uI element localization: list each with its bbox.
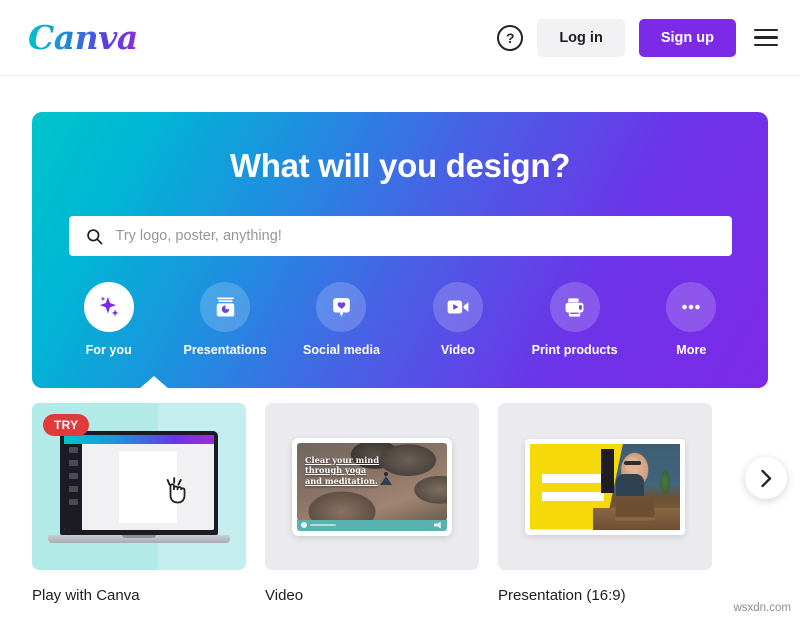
hero-section: What will you design? Try logo, poster, …: [0, 76, 800, 388]
category-more[interactable]: More: [649, 282, 734, 357]
printer-icon: [565, 297, 584, 317]
category-label: More: [676, 343, 707, 357]
category-icon-wrap: [432, 282, 483, 332]
carousel-next-button[interactable]: [745, 457, 787, 499]
laptop-mockup: [48, 430, 230, 543]
category-for-you[interactable]: For you: [66, 282, 151, 357]
video-template-text: Clear your mind through yoga and meditat…: [305, 454, 380, 486]
presentation-template-frame: [525, 438, 685, 535]
card-label: Video: [265, 587, 304, 604]
category-label: Social media: [302, 343, 380, 357]
template-carousel: TRY Play with Canva Clear your mind thro…: [0, 388, 800, 604]
laptop-screen: [60, 430, 218, 535]
video-template-frame: Clear your mind through yoga and meditat…: [292, 437, 452, 536]
card-thumbnail: [498, 403, 712, 570]
signup-button[interactable]: Sign up: [638, 18, 736, 57]
category-icon-wrap: [316, 282, 367, 332]
slide-laptop: [614, 499, 655, 518]
editor-sidebar: [64, 434, 82, 530]
header-actions: ? Log in Sign up: [497, 18, 778, 57]
canva-logo[interactable]: Canva: [28, 21, 138, 54]
card-label: Play with Canva: [32, 587, 140, 604]
search-input[interactable]: [115, 228, 716, 244]
search-icon: [86, 228, 102, 244]
category-social-media[interactable]: Social media: [299, 282, 384, 357]
card-thumbnail: Clear your mind through yoga and meditat…: [265, 403, 479, 570]
page-title: What will you design?: [229, 147, 571, 184]
card-video[interactable]: Clear your mind through yoga and meditat…: [265, 403, 479, 604]
login-button[interactable]: Log in: [537, 18, 625, 57]
slide-text-bars: [542, 473, 604, 510]
presentation-icon: [216, 297, 234, 316]
video-logo-dot: [301, 522, 307, 528]
category-label: Presentations: [183, 343, 267, 357]
site-header: Canva ? Log in Sign up: [0, 0, 800, 76]
category-presentations[interactable]: Presentations: [182, 282, 267, 357]
category-icon-wrap: [83, 282, 134, 332]
slide-person-head: [623, 457, 641, 473]
hero-banner: What will you design? Try logo, poster, …: [32, 112, 768, 388]
watermark: wsxdn.com: [733, 602, 791, 614]
category-icon-wrap: [200, 282, 251, 332]
ellipsis-icon: [682, 304, 701, 310]
slide-plant: [656, 465, 673, 498]
laptop-ui: [64, 434, 214, 530]
category-label: Video: [440, 343, 475, 357]
help-icon[interactable]: ?: [497, 24, 524, 51]
presentation-slide: [530, 443, 680, 530]
speaker-icon: [434, 521, 441, 529]
video-template-image: Clear your mind through yoga and meditat…: [297, 442, 447, 521]
heart-bubble-icon: [333, 297, 350, 317]
hand-cursor-icon: [166, 476, 186, 503]
slide-monitor: [600, 448, 614, 493]
category-label: Print products: [531, 343, 618, 357]
video-player-bar: [297, 519, 447, 531]
category-icon-wrap: [666, 282, 717, 332]
laptop-base: [48, 534, 230, 543]
sparkle-icon: [99, 296, 119, 317]
category-label: For you: [85, 343, 132, 357]
category-video[interactable]: Video: [415, 282, 500, 357]
active-tab-indicator: [139, 376, 169, 388]
video-camera-icon: [447, 300, 469, 314]
search-bar[interactable]: [68, 216, 732, 256]
category-nav: For you Presentations Social media Video…: [32, 282, 768, 357]
slide-person-body: [615, 474, 644, 497]
try-badge: TRY: [43, 414, 90, 436]
video-caption-line: [310, 524, 336, 526]
hamburger-menu-icon[interactable]: [754, 28, 778, 47]
editor-canvas-area: [82, 435, 214, 530]
canva-homepage: Canva ? Log in Sign up What will you des…: [0, 0, 800, 619]
chevron-right-icon: [760, 469, 771, 487]
card-presentation[interactable]: Presentation (16:9): [498, 403, 712, 604]
category-print-products[interactable]: Print products: [532, 282, 618, 357]
card-play-with-canva[interactable]: TRY Play with Canva: [32, 403, 246, 604]
category-icon-wrap: [549, 282, 600, 332]
card-label: Presentation (16:9): [498, 587, 626, 604]
card-thumbnail: TRY: [32, 403, 246, 570]
